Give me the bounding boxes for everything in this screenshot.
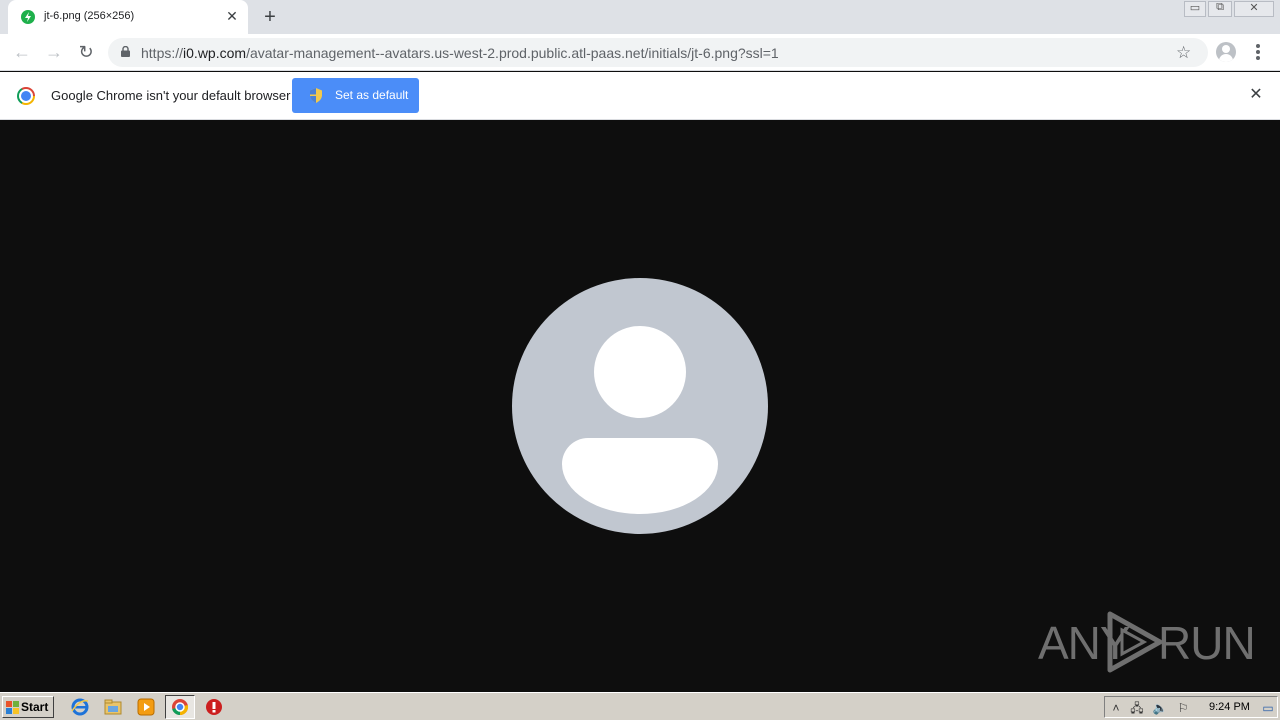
avatar-torso	[562, 438, 718, 514]
maximize-icon: ⧉	[1216, 1, 1224, 13]
show-desktop-icon[interactable]: ▭	[1260, 700, 1276, 716]
play-logo-icon	[1107, 611, 1163, 673]
tab-active[interactable]: jt-6.png (256×256) ✕	[8, 0, 248, 34]
shield-icon	[310, 88, 322, 103]
show-hidden-icon[interactable]: ˄	[1108, 700, 1124, 716]
anyrun-watermark: ANY RUN	[1038, 610, 1256, 674]
avatar-head	[594, 326, 686, 418]
system-tray: ˄ 🖧 🔈 ⚐ 9:24 PM ▭	[1104, 696, 1278, 718]
chrome-icon	[172, 699, 189, 716]
back-button[interactable]: ←	[12, 42, 32, 62]
minimize-button[interactable]: ▭	[1184, 1, 1206, 17]
close-icon: ✕	[1249, 2, 1259, 14]
minimize-icon: ▭	[1189, 2, 1201, 14]
url-text: https://i0.wp.com/avatar-management--ava…	[141, 45, 779, 61]
url-scheme: https://	[141, 45, 184, 61]
chrome-menu-icon[interactable]	[1254, 42, 1262, 62]
flag-icon[interactable]: ⚐	[1175, 700, 1191, 716]
taskbar: Start ˄ 🖧 🔈 ⚐ 9:24 PM ▭	[0, 692, 1280, 720]
set-as-default-button[interactable]: Set as default	[292, 78, 419, 113]
set-as-default-label: Set as default	[335, 88, 409, 102]
chrome-logo-icon	[17, 87, 35, 105]
windows-logo-icon	[6, 701, 19, 714]
url-path: /avatar-management--avatars.us-west-2.pr…	[246, 45, 779, 61]
profile-avatar-icon[interactable]	[1216, 42, 1236, 62]
browser-toolbar: ← → ↻ https://i0.wp.com/avatar-managemen…	[0, 34, 1280, 71]
image-viewer: ANY RUN	[0, 120, 1280, 692]
tab-close-icon[interactable]: ✕	[224, 8, 240, 24]
new-tab-button[interactable]: +	[260, 7, 280, 27]
infobar-message: Google Chrome isn't your default browser	[51, 88, 291, 103]
volume-icon[interactable]: 🔈	[1152, 700, 1168, 716]
tab-strip: jt-6.png (256×256) ✕ + ▭ ⧉ ✕	[0, 0, 1280, 34]
bookmark-star-icon[interactable]: ☆	[1176, 43, 1191, 63]
file-explorer-icon[interactable]	[104, 698, 122, 716]
infobar-close-icon[interactable]: ✕	[1248, 86, 1264, 104]
url-host: i0.wp.com	[183, 45, 247, 61]
start-button[interactable]: Start	[2, 696, 54, 718]
window-close-button[interactable]: ✕	[1234, 1, 1274, 17]
internet-explorer-icon[interactable]	[71, 698, 89, 716]
tab-title: jt-6.png (256×256)	[44, 10, 135, 22]
reload-button[interactable]: ↻	[76, 42, 96, 62]
network-icon[interactable]: 🖧	[1129, 700, 1145, 716]
stop-icon[interactable]	[205, 698, 223, 716]
clock[interactable]: 9:24 PM	[1209, 701, 1250, 713]
avatar-image	[512, 278, 768, 534]
media-player-icon[interactable]	[137, 698, 155, 716]
start-label: Start	[21, 700, 49, 714]
watermark-right: RUN	[1158, 617, 1256, 669]
address-bar[interactable]: https://i0.wp.com/avatar-management--ava…	[108, 38, 1208, 67]
favicon-icon	[21, 10, 35, 24]
taskbar-chrome-button[interactable]	[165, 695, 195, 719]
lock-icon	[121, 46, 130, 57]
maximize-button[interactable]: ⧉	[1208, 1, 1232, 17]
default-browser-infobar: Google Chrome isn't your default browser…	[0, 72, 1280, 120]
forward-button[interactable]: →	[44, 42, 64, 62]
